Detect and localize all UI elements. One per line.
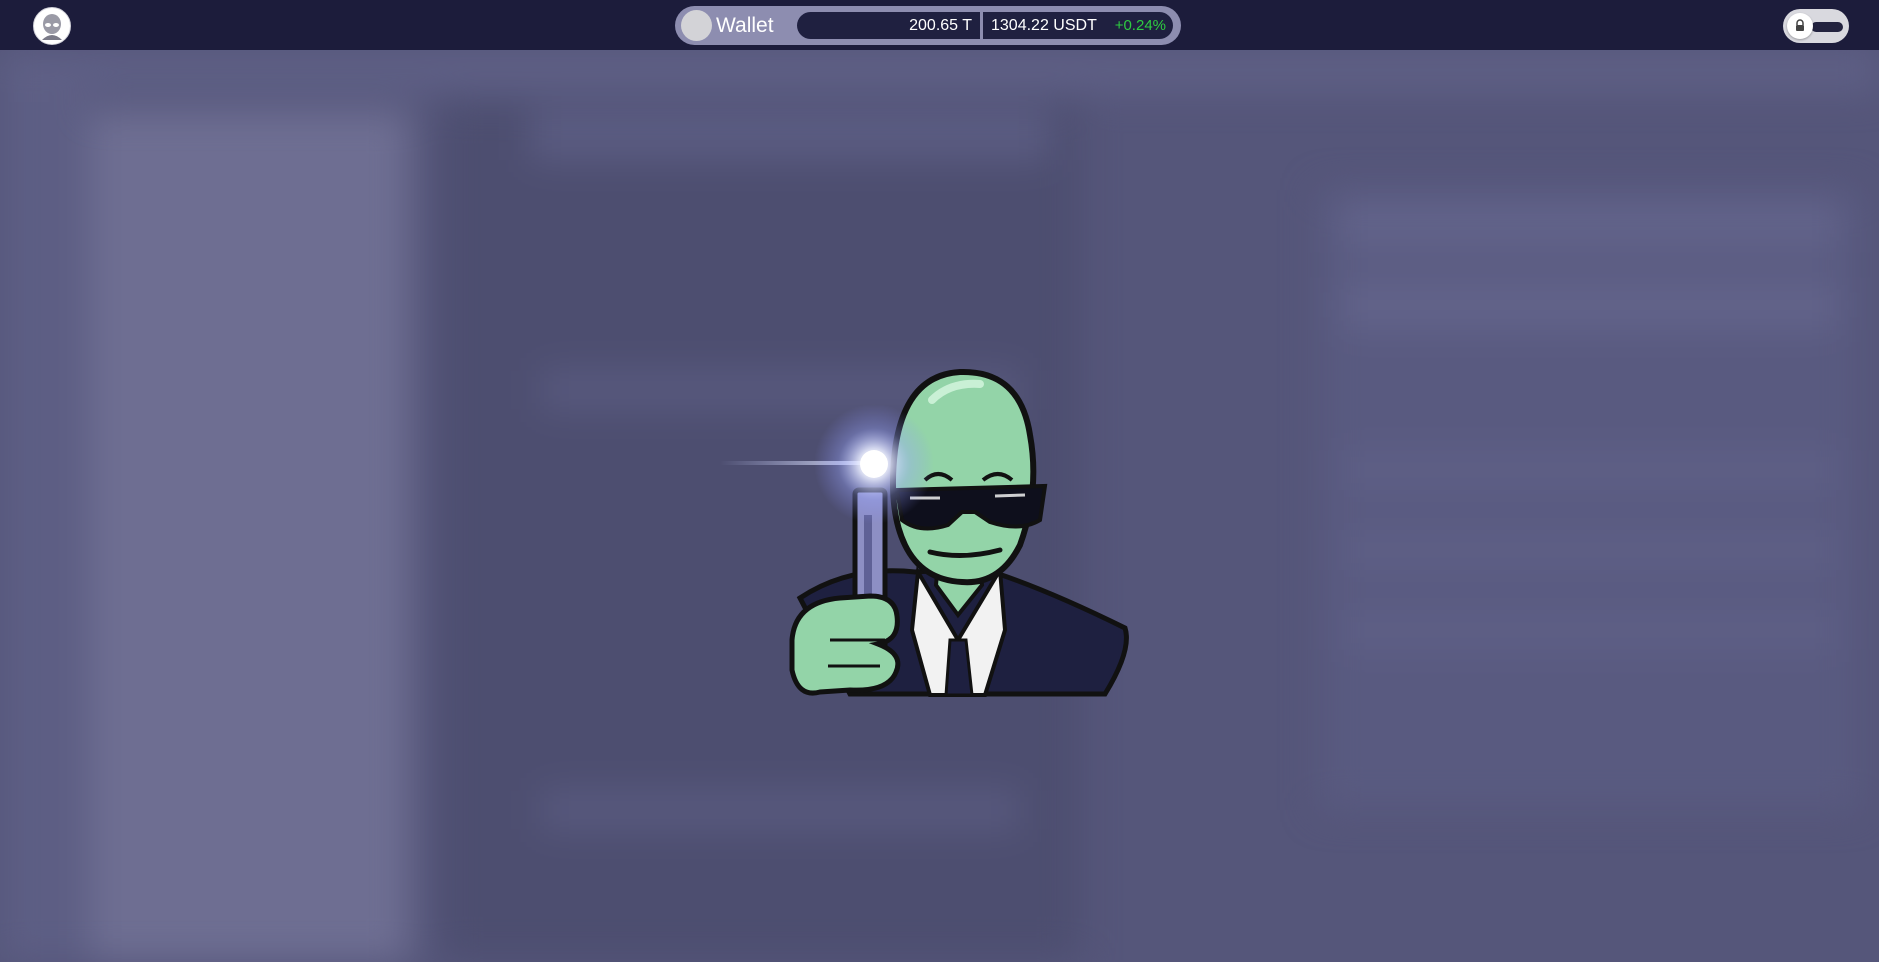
wallet-widget[interactable]: Wallet 200.65 T 1304.22 USDT +0.24%	[675, 6, 1181, 45]
blurred-left-sidebar	[90, 110, 410, 962]
wallet-label: Wallet	[716, 14, 774, 37]
blurred-right-row	[1340, 280, 1840, 330]
alien-agent-flashlight-icon	[720, 368, 1129, 697]
usdt-value: 1304.22 USDT	[991, 17, 1097, 34]
alien-avatar-icon[interactable]	[33, 7, 71, 45]
balance-divider	[980, 12, 983, 39]
blurred-right-row	[1340, 200, 1840, 250]
blurred-main-header	[530, 110, 1050, 160]
lock-icon	[1787, 13, 1813, 39]
wallet-balance-pill[interactable]: 200.65 T 1304.22 USDT +0.24%	[797, 12, 1173, 39]
token-balance: 200.65 T	[909, 17, 972, 34]
blurred-right-row	[1340, 530, 1840, 570]
wallet-avatar	[681, 10, 712, 41]
blurred-left-edge	[0, 50, 90, 962]
price-change: +0.24%	[1114, 17, 1166, 34]
toggle-track	[1811, 22, 1843, 32]
blurred-right-row	[1340, 450, 1840, 490]
blurred-main-row	[540, 790, 1020, 830]
blurred-right-row	[1340, 610, 1840, 650]
top-bar: Wallet 200.65 T 1304.22 USDT +0.24%	[0, 0, 1879, 50]
lock-toggle[interactable]	[1783, 9, 1849, 43]
blurred-top-strip	[0, 50, 1879, 90]
